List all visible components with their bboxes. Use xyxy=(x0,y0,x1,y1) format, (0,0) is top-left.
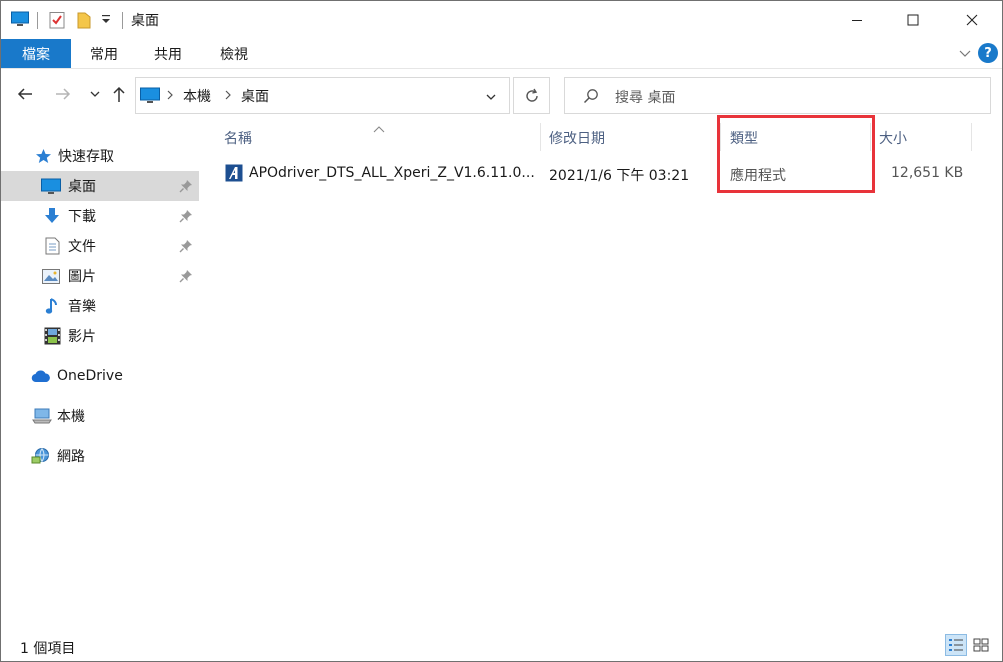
quick-access-dropdown-icon[interactable] xyxy=(101,13,111,29)
file-size: 12,651 KB xyxy=(891,165,964,181)
file-name[interactable]: APOdriver_DTS_ALL_Xperi_Z_V1.6.11.0... xyxy=(249,165,535,181)
sort-ascending-icon xyxy=(373,121,385,137)
window-title: 桌面 xyxy=(131,13,159,29)
breadcrumb-this-pc[interactable]: 本機 xyxy=(183,86,211,106)
new-folder-icon[interactable] xyxy=(77,11,91,33)
properties-checklist-icon[interactable] xyxy=(49,11,65,33)
navigation-bar: 本機 桌面 搜尋 桌面 xyxy=(1,69,1002,119)
picture-icon xyxy=(41,266,61,286)
network-icon xyxy=(31,446,51,466)
sidebar-item-label: OneDrive xyxy=(57,368,123,384)
sidebar-item-quick-access[interactable]: 快速存取 xyxy=(1,141,199,171)
cloud-icon xyxy=(31,366,51,386)
refresh-icon xyxy=(525,88,538,102)
sidebar-item-label: 音樂 xyxy=(68,299,96,315)
title-bar: 桌面 xyxy=(1,1,1002,39)
forward-button[interactable] xyxy=(51,82,75,106)
pin-icon[interactable] xyxy=(179,179,193,197)
chevron-right-icon[interactable] xyxy=(224,89,232,105)
help-button[interactable]: ? xyxy=(978,43,998,63)
sidebar-item-desktop[interactable]: 桌面 xyxy=(1,171,199,201)
desktop-icon xyxy=(11,11,29,31)
expand-ribbon-chevron-icon[interactable] xyxy=(958,46,972,64)
sidebar-item-label: 本機 xyxy=(57,409,85,425)
search-placeholder: 搜尋 桌面 xyxy=(615,90,676,106)
search-icon xyxy=(583,88,599,108)
large-icons-view-button[interactable] xyxy=(970,634,992,656)
sidebar-item-videos[interactable]: 影片 xyxy=(1,321,199,351)
item-count: 1 個項目 xyxy=(20,641,76,657)
desktop-icon xyxy=(41,176,61,196)
file-list: 名稱 修改日期 類型 大小 APOdriver_DTS_ALL_Xperi_Z_… xyxy=(201,115,1002,629)
sidebar-item-label: 圖片 xyxy=(68,269,96,285)
document-icon xyxy=(42,236,62,256)
sidebar-item-label: 桌面 xyxy=(68,179,96,195)
search-box[interactable]: 搜尋 桌面 xyxy=(564,77,991,114)
maximize-icon xyxy=(907,14,919,26)
star-icon xyxy=(33,146,53,166)
back-button[interactable] xyxy=(13,82,37,106)
sidebar-item-label: 文件 xyxy=(68,239,96,255)
file-explorer-window: 桌面 檔案 常用 共用 檢視 ? 本機 桌面 搜尋 桌面 快速存取 桌面 下載 … xyxy=(0,0,1003,662)
close-icon xyxy=(966,14,978,26)
column-divider[interactable] xyxy=(540,123,541,151)
film-icon xyxy=(42,326,62,346)
column-header-date-modified[interactable]: 修改日期 xyxy=(549,128,605,148)
address-history-dropdown-icon[interactable] xyxy=(485,90,497,106)
desktop-icon xyxy=(140,87,160,108)
chevron-right-icon[interactable] xyxy=(166,89,174,105)
navigation-pane: 快速存取 桌面 下載 文件 圖片 音樂 影片 OneDrive 本機 網路 xyxy=(1,119,201,629)
breadcrumb-desktop[interactable]: 桌面 xyxy=(241,86,269,106)
sidebar-item-music[interactable]: 音樂 xyxy=(1,291,199,321)
sidebar-item-this-pc[interactable]: 本機 xyxy=(1,401,199,431)
sidebar-item-pictures[interactable]: 圖片 xyxy=(1,261,199,291)
details-view-icon xyxy=(949,639,963,651)
column-divider[interactable] xyxy=(971,123,972,151)
close-button[interactable] xyxy=(949,1,995,39)
tab-share[interactable]: 共用 xyxy=(139,39,197,68)
recent-locations-button[interactable] xyxy=(83,82,107,106)
sidebar-item-downloads[interactable]: 下載 xyxy=(1,201,199,231)
download-arrow-icon xyxy=(42,206,62,226)
column-header-name[interactable]: 名稱 xyxy=(224,128,252,148)
ribbon-tabs: 檔案 常用 共用 檢視 ? xyxy=(1,39,1002,69)
sidebar-item-onedrive[interactable]: OneDrive xyxy=(1,361,199,391)
pin-icon[interactable] xyxy=(179,269,193,287)
type-column-highlight-box xyxy=(717,115,875,193)
application-icon xyxy=(225,164,243,186)
chevron-down-icon xyxy=(90,91,100,97)
sidebar-item-documents[interactable]: 文件 xyxy=(1,231,199,261)
sidebar-item-label: 下載 xyxy=(68,209,96,225)
refresh-button[interactable] xyxy=(513,77,550,114)
up-arrow-icon xyxy=(113,86,125,102)
title-separator xyxy=(122,12,123,29)
maximize-button[interactable] xyxy=(890,1,936,39)
forward-arrow-icon xyxy=(56,88,71,100)
sidebar-item-label: 影片 xyxy=(68,329,96,345)
sidebar-item-label: 網路 xyxy=(57,449,85,465)
large-icons-view-icon xyxy=(973,638,989,652)
status-bar: 1 個項目 xyxy=(1,629,1002,661)
details-view-button[interactable] xyxy=(945,634,967,656)
pin-icon[interactable] xyxy=(179,209,193,227)
minimize-icon xyxy=(852,20,862,21)
pin-icon[interactable] xyxy=(179,239,193,257)
back-arrow-icon xyxy=(17,88,32,100)
address-bar[interactable]: 本機 桌面 xyxy=(135,77,510,114)
minimize-button[interactable] xyxy=(834,1,880,39)
sidebar-item-label: 快速存取 xyxy=(58,149,114,165)
tab-view[interactable]: 檢視 xyxy=(205,39,263,68)
tab-file[interactable]: 檔案 xyxy=(1,39,71,68)
column-header-size[interactable]: 大小 xyxy=(879,128,907,148)
tab-home[interactable]: 常用 xyxy=(75,39,133,68)
file-date-modified: 2021/1/6 下午 03:21 xyxy=(549,168,690,184)
computer-icon xyxy=(32,406,52,426)
music-note-icon xyxy=(42,296,62,316)
up-button[interactable] xyxy=(107,82,131,106)
sidebar-item-network[interactable]: 網路 xyxy=(1,441,199,471)
title-separator xyxy=(37,12,38,29)
